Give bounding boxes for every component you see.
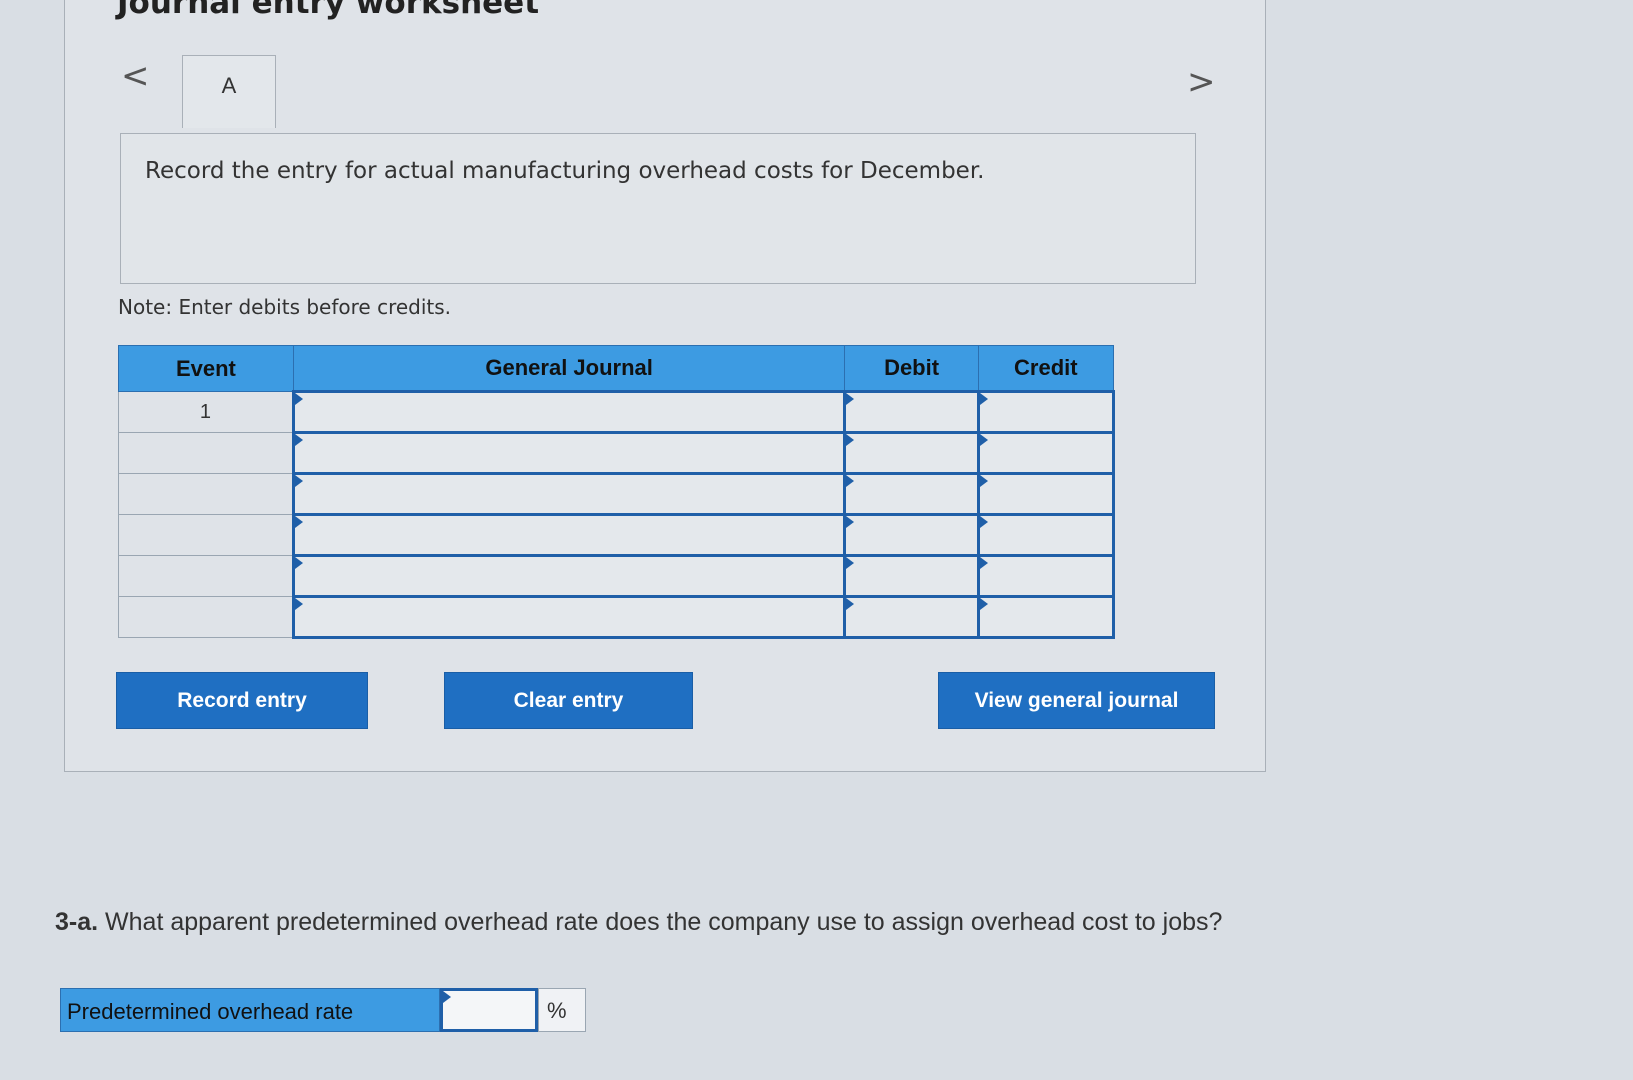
event-cell [118, 514, 294, 556]
credit-input[interactable] [976, 513, 1116, 557]
header-credit: Credit [977, 345, 1115, 392]
prompt-box: Record the entry for actual manufacturin… [120, 133, 1196, 284]
cell-marker-icon [979, 598, 988, 610]
table-row [118, 513, 1116, 557]
header-general-journal: General Journal [292, 345, 846, 392]
cell-marker-icon [443, 991, 451, 1003]
cell-marker-icon [294, 516, 303, 528]
tab-a[interactable]: A [182, 55, 276, 128]
cell-marker-icon [846, 516, 855, 528]
credit-input[interactable] [976, 431, 1116, 475]
cell-marker-icon [846, 598, 855, 610]
credit-input[interactable] [976, 554, 1116, 598]
table-row [118, 554, 1116, 598]
debit-input[interactable] [843, 554, 980, 598]
cell-marker-icon [846, 475, 855, 487]
table-row: 1 [118, 390, 1116, 434]
cell-marker-icon [979, 393, 988, 405]
journal-table: Event General Journal Debit Credit 1 [118, 345, 1116, 639]
debit-input[interactable] [843, 431, 980, 475]
cell-marker-icon [294, 475, 303, 487]
cell-marker-icon [294, 434, 303, 446]
percent-unit: % [538, 988, 586, 1032]
record-entry-button[interactable]: Record entry [116, 672, 368, 729]
account-input[interactable] [291, 513, 847, 557]
credit-input[interactable] [976, 390, 1116, 434]
header-debit: Debit [844, 345, 979, 392]
prompt-text: Record the entry for actual manufacturin… [145, 158, 985, 184]
question-text: 3-a. What apparent predetermined overhea… [55, 908, 1222, 937]
event-cell: 1 [118, 391, 294, 433]
cell-marker-icon [846, 434, 855, 446]
cell-marker-icon [846, 393, 855, 405]
question-body: What apparent predetermined overhead rat… [105, 908, 1223, 936]
overhead-rate-input[interactable] [440, 988, 538, 1032]
journal-entry-worksheet: Journal entry worksheet < > A Record the… [64, 0, 1266, 772]
debit-input[interactable] [843, 513, 980, 557]
question-number: 3-a. [55, 908, 99, 936]
account-input[interactable] [291, 472, 847, 516]
event-cell [118, 473, 294, 515]
cell-marker-icon [979, 434, 988, 446]
cell-marker-icon [294, 557, 303, 569]
chevron-right-icon[interactable]: > [1187, 65, 1216, 99]
worksheet-title: Journal entry worksheet [117, 0, 540, 21]
debit-input[interactable] [843, 390, 980, 434]
header-event: Event [118, 345, 294, 392]
cell-marker-icon [979, 516, 988, 528]
cell-marker-icon [846, 557, 855, 569]
table-row [118, 472, 1116, 516]
clear-entry-button[interactable]: Clear entry [444, 672, 693, 729]
account-input[interactable] [291, 431, 847, 475]
credit-input[interactable] [976, 595, 1116, 639]
cell-marker-icon [979, 475, 988, 487]
account-input[interactable] [291, 595, 847, 639]
cell-marker-icon [294, 598, 303, 610]
journal-header-row: Event General Journal Debit Credit [118, 345, 1115, 392]
overhead-rate-label: Predetermined overhead rate [60, 988, 440, 1032]
event-cell [118, 432, 294, 474]
event-cell [118, 596, 294, 638]
chevron-left-icon[interactable]: < [121, 59, 150, 93]
event-cell [118, 555, 294, 597]
account-input[interactable] [291, 554, 847, 598]
account-input[interactable] [291, 390, 847, 434]
view-general-journal-button[interactable]: View general journal [938, 672, 1215, 729]
table-row [118, 595, 1116, 639]
credit-input[interactable] [976, 472, 1116, 516]
cell-marker-icon [294, 393, 303, 405]
overhead-rate-row: Predetermined overhead rate % [60, 988, 586, 1032]
debit-input[interactable] [843, 472, 980, 516]
note-text: Note: Enter debits before credits. [118, 295, 452, 319]
cell-marker-icon [979, 557, 988, 569]
table-row [118, 431, 1116, 475]
debit-input[interactable] [843, 595, 980, 639]
